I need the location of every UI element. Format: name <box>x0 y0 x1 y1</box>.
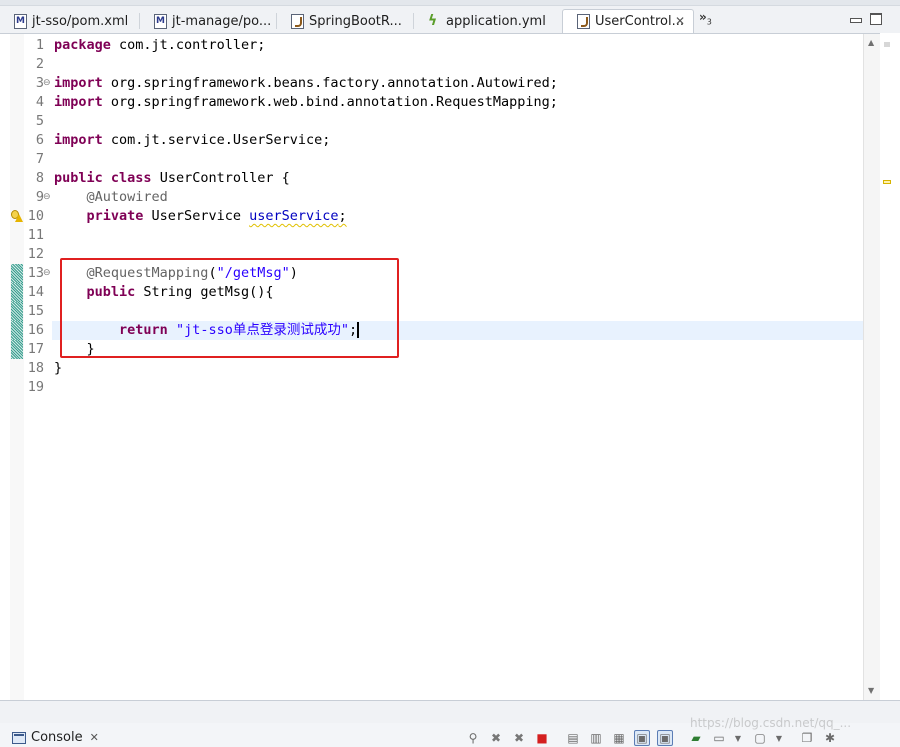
line-number: 15 <box>27 303 44 319</box>
overflow-count: 3 <box>706 17 712 27</box>
line-number: 19 <box>27 379 44 395</box>
java-editor[interactable]: 1 2 3 4 5 6 7 8 9 10 11 12 13 14 15 16 1… <box>0 33 880 700</box>
scroll-down-icon[interactable]: ▼ <box>868 686 874 695</box>
terminate-icon[interactable]: ■ <box>534 730 550 746</box>
console-icon <box>12 731 26 744</box>
chevron-down-icon[interactable]: ▼ <box>730 730 746 746</box>
tab-label: jt-manage/po... <box>172 13 272 29</box>
annotation-ruler <box>10 34 24 700</box>
yaml-file-icon: ϟ <box>428 12 438 29</box>
code-line: import org.springframework.web.bind.anno… <box>54 94 558 110</box>
code-line: private UserService userService; <box>86 208 347 224</box>
line-number: 14 <box>27 284 44 300</box>
line-number: 18 <box>27 360 44 376</box>
tab-label: SpringBootR... <box>309 13 402 29</box>
code-line: package com.jt.controller; <box>54 37 266 53</box>
line-number: 6 <box>35 132 44 148</box>
java-file-icon <box>291 13 304 29</box>
maximize-button[interactable] <box>870 13 882 25</box>
minimize-button[interactable] <box>849 13 862 25</box>
code-line: } <box>54 360 63 376</box>
show-on-stderr-icon[interactable]: ▣ <box>657 730 673 746</box>
line-number: 3 <box>35 75 44 91</box>
vertical-scrollbar[interactable]: ▲ ▼ <box>863 34 880 700</box>
display-selected-console-icon[interactable]: ▭ <box>711 730 727 746</box>
line-number: 2 <box>35 56 44 72</box>
ant-icon[interactable]: ✱ <box>822 730 838 746</box>
fold-collapse-icon[interactable]: ⊖ <box>43 192 51 202</box>
maven-pom-icon: M <box>14 13 27 29</box>
chevron-down-icon[interactable]: ▼ <box>771 730 787 746</box>
editor-tab-bar: M jt-sso/pom.xml M jt-manage/po... Sprin… <box>0 0 900 33</box>
fold-collapse-icon[interactable]: ⊖ <box>43 268 51 278</box>
show-on-stdout-icon[interactable]: ▣ <box>634 730 650 746</box>
line-number: 13 <box>27 265 44 281</box>
maven-pom-icon: M <box>154 13 167 29</box>
scroll-up-icon[interactable]: ▲ <box>868 38 874 47</box>
code-line: import org.springframework.beans.factory… <box>54 75 558 91</box>
line-number: 16 <box>27 322 44 338</box>
line-number: 17 <box>27 341 44 357</box>
code-line: public class UserController { <box>54 170 290 186</box>
line-number: 7 <box>35 151 44 167</box>
remove-all-launches-icon[interactable]: ✖ <box>511 730 527 746</box>
copy-icon[interactable]: ❐ <box>799 730 815 746</box>
warning-overview-marker[interactable] <box>883 180 891 184</box>
line-number: 9 <box>35 189 44 205</box>
remove-launch-icon[interactable]: ✖ <box>488 730 504 746</box>
tab-overflow-button[interactable]: »3 <box>699 10 712 26</box>
change-marker <box>11 321 23 340</box>
tab-label: jt-sso/pom.xml <box>32 13 129 29</box>
tab-label: UserControl... <box>595 14 685 29</box>
scroll-lock-icon[interactable]: ▥ <box>588 730 604 746</box>
line-number: 12 <box>27 246 44 262</box>
console-tab-label: Console <box>31 730 83 745</box>
overview-marker <box>884 42 890 47</box>
open-console-icon[interactable]: ▰ <box>688 730 704 746</box>
code-line: import com.jt.service.UserService; <box>54 132 331 148</box>
tab-jt-manage-pom[interactable]: M jt-manage/po... <box>140 9 277 33</box>
code-line: @Autowired <box>86 189 168 205</box>
line-number: 11 <box>27 227 44 243</box>
chevron-right-icon: » <box>699 10 707 24</box>
toolbar-strip <box>0 0 900 6</box>
java-file-icon <box>577 14 590 29</box>
line-number: 4 <box>35 94 44 110</box>
watermark: https://blog.csdn.net/qq_... <box>690 716 852 730</box>
change-marker <box>11 340 23 359</box>
tab-user-controller[interactable]: UserControl... ✕ <box>562 9 694 33</box>
close-icon[interactable]: ✕ <box>675 14 685 28</box>
line-number: 10 <box>27 208 44 224</box>
new-console-icon[interactable]: ▢ <box>752 730 768 746</box>
word-wrap-icon[interactable]: ▦ <box>611 730 627 746</box>
change-marker <box>11 302 23 321</box>
tab-springboot-run[interactable]: SpringBootR... <box>277 9 414 33</box>
fold-collapse-icon[interactable]: ⊖ <box>43 78 51 88</box>
line-number: 5 <box>35 113 44 129</box>
tab-console[interactable]: Console ✕ <box>12 730 99 745</box>
tab-application-yml[interactable]: ϟ application.yml <box>414 9 562 33</box>
tab-jt-sso-pom[interactable]: M jt-sso/pom.xml <box>0 9 140 33</box>
change-marker <box>11 264 23 283</box>
line-number: 1 <box>35 37 44 53</box>
close-icon[interactable]: ✕ <box>90 731 99 744</box>
pin-icon[interactable]: ⚲ <box>465 730 481 746</box>
change-marker <box>11 283 23 302</box>
line-number: 8 <box>35 170 44 186</box>
warning-lightbulb-icon[interactable] <box>10 210 23 222</box>
clear-console-icon[interactable]: ▤ <box>565 730 581 746</box>
highlight-rectangle <box>60 258 399 358</box>
tab-label: application.yml <box>446 13 546 29</box>
